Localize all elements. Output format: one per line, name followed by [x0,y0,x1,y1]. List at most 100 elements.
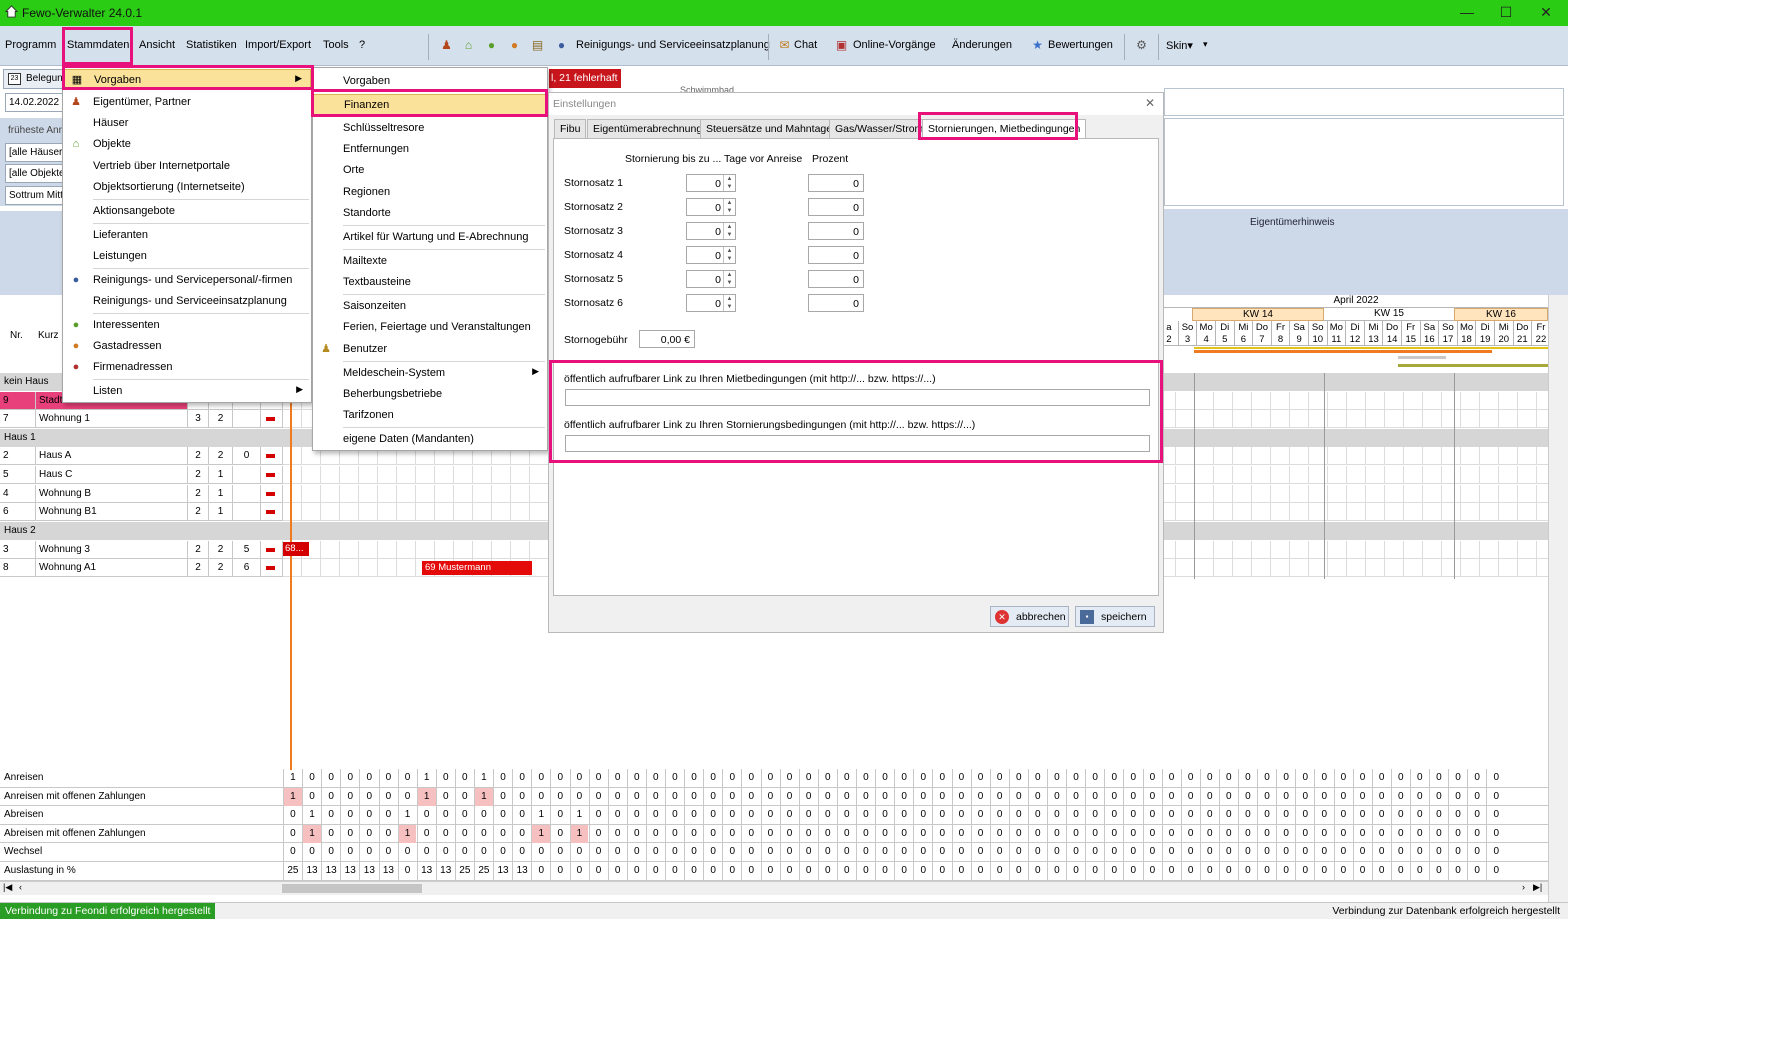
scroll-thumb[interactable] [282,884,422,893]
houses-select[interactable]: [alle Häuser] [5,143,63,162]
objects-select[interactable]: [alle Objekte] [5,164,63,183]
percent-input[interactable]: 0 [808,198,864,216]
menu-item-textbausteine[interactable]: Textbausteine [313,272,547,293]
days-spinner[interactable]: 0 ▲ ▼ [686,174,736,192]
date-input[interactable]: 14.02.2022 [5,93,63,112]
toolbar-online-processes[interactable]: Online-Vorgänge [853,39,936,51]
menu-item-benutzer[interactable]: ♟ Benutzer [313,339,547,360]
scroll-right-icon[interactable]: › [1522,882,1525,892]
menu-programm[interactable]: Programm [5,39,56,51]
menu-item-einsatz[interactable]: Reinigungs- und Serviceeinsatzplanung [63,291,311,312]
percent-input[interactable]: 0 [808,222,864,240]
toolbar-changes[interactable]: Änderungen [952,39,1012,51]
tab-gas-wasser-strom[interactable]: Gas/Wasser/Strom [829,119,930,139]
menu-item-mailtexte[interactable]: Mailtexte [313,251,547,272]
chat-icon[interactable]: ✉ [777,38,792,53]
menu-item-objekte[interactable]: ⌂ Objekte [63,134,311,155]
menu-item-entfernungen[interactable]: Entfernungen [313,139,547,160]
cancel-button[interactable]: ✕ abbrechen [990,606,1069,627]
days-spinner[interactable]: 0 ▲ ▼ [686,270,736,288]
tab-fibu[interactable]: Fibu [554,119,587,139]
person-green-icon[interactable]: ● [484,38,499,53]
days-spinner[interactable]: 0 ▲ ▼ [686,222,736,240]
menu-item-leistungen[interactable]: Leistungen [63,246,311,267]
scroll-first-icon[interactable]: |◀ [3,882,12,893]
menu-item-finanzen[interactable]: Finanzen [313,94,547,115]
dialog-close-button[interactable]: ✕ [1145,96,1155,110]
menu-item-firmen[interactable]: ● Firmenadressen [63,357,311,378]
star-icon[interactable]: ★ [1030,38,1045,53]
owner-icon[interactable]: ♟ [439,38,454,53]
menu-item-interessenten[interactable]: ● Interessenten [63,315,311,336]
menu-item-orte[interactable]: Orte [313,160,547,181]
vertical-scrollbar[interactable] [1548,295,1568,902]
menu-item-personal[interactable]: ● Reinigungs- und Servicepersonal/-firmen [63,270,311,291]
notes-icon[interactable]: ▤ [530,38,545,53]
menu-item-beherbergung[interactable]: Beherbungsbetriebe [313,384,547,405]
minimize-button[interactable]: — [1457,3,1477,21]
percent-input[interactable]: 0 [808,246,864,264]
toolbar-overflow-button[interactable]: ▾ [1203,39,1208,50]
person-orange-icon[interactable]: ● [507,38,522,53]
toolbar-cleaning-planning[interactable]: Reinigungs- und Serviceeinsatzplanung [576,39,770,51]
horizontal-scrollbar[interactable]: |◀ ‹ › ▶| [0,881,1548,895]
percent-input[interactable]: 0 [808,270,864,288]
spinner-arrows-icon[interactable]: ▲ ▼ [723,247,735,263]
scroll-left-icon[interactable]: ‹ [19,882,22,892]
menu-import-export[interactable]: Import/Export [245,39,311,51]
menu-item-gastadressen[interactable]: ● Gastadressen [63,336,311,357]
scroll-last-icon[interactable]: ▶| [1533,882,1542,893]
menu-ansicht[interactable]: Ansicht [139,39,175,51]
menu-item-eigene-daten[interactable]: eigene Daten (Mandanten) [313,429,547,450]
toolbar-chat[interactable]: Chat [794,39,817,51]
menu-item-aktion[interactable]: Aktionsangebote [63,201,311,222]
menu-item-eigentuemer[interactable]: ♟ Eigentümer, Partner [63,92,311,113]
menu-item-vertrieb[interactable]: Vertrieb über Internetportale [63,156,311,177]
toolbar-skin[interactable]: Skin▾ [1166,39,1193,52]
menu-help[interactable]: ? [359,39,365,51]
booking-bar[interactable]: 68... [283,542,309,556]
cancellation-terms-link-input[interactable] [565,435,1150,452]
menu-statistiken[interactable]: Statistiken [186,39,237,51]
menu-stammdaten[interactable]: Stammdaten [67,39,129,51]
menu-item-tarifzonen[interactable]: Tarifzonen [313,405,547,426]
tab-stornierungen[interactable]: Stornierungen, Mietbedingungen [922,119,1087,140]
tab-belegung[interactable]: 23 Belegung [3,69,65,89]
spinner-arrows-icon[interactable]: ▲ ▼ [723,199,735,215]
menu-item-artikel[interactable]: Artikel für Wartung und E-Abrechnung [313,227,547,248]
booking-bar[interactable]: 69 Mustermann [422,561,532,575]
days-spinner[interactable]: 0 ▲ ▼ [686,246,736,264]
menu-item-ferien[interactable]: Ferien, Feiertage und Veranstaltungen [313,317,547,338]
menu-item-vorgaben-sub[interactable]: Vorgaben [313,71,547,92]
percent-input[interactable]: 0 [808,174,864,192]
location-select[interactable]: Sottrum Mitt [5,186,63,205]
save-button[interactable]: ▪ speichern [1075,606,1155,627]
maximize-button[interactable]: ☐ [1496,3,1516,21]
gear-icon[interactable]: ⚙ [1134,38,1149,53]
rental-terms-link-input[interactable] [565,389,1150,406]
menu-item-schluessel[interactable]: Schlüsseltresore [313,118,547,139]
fee-input[interactable]: 0,00 € [639,330,695,348]
menu-item-lieferanten[interactable]: Lieferanten [63,225,311,246]
cleaning-person-icon[interactable]: ● [554,38,569,53]
days-spinner[interactable]: 0 ▲ ▼ [686,198,736,216]
menu-item-regionen[interactable]: Regionen [313,182,547,203]
menu-item-saison[interactable]: Saisonzeiten [313,296,547,317]
menu-item-meldeschein[interactable]: Meldeschein-System ▶ [313,363,547,384]
menu-item-sortierung[interactable]: Objektsortierung (Internetseite) [63,177,311,198]
menu-item-listen[interactable]: Listen ▶ [63,381,311,402]
menu-item-standorte[interactable]: Standorte [313,203,547,224]
spinner-arrows-icon[interactable]: ▲ ▼ [723,223,735,239]
days-spinner[interactable]: 0 ▲ ▼ [686,294,736,312]
close-window-button[interactable]: ✕ [1536,3,1556,21]
spinner-arrows-icon[interactable]: ▲ ▼ [723,295,735,311]
house-icon[interactable]: ⌂ [461,38,476,53]
toolbar-ratings[interactable]: Bewertungen [1048,39,1113,51]
menu-item-vorgaben[interactable]: ▦ Vorgaben ▶ [63,69,311,90]
menu-tools[interactable]: Tools [323,39,349,51]
percent-input[interactable]: 0 [808,294,864,312]
tab-eigentuemerabrechnung[interactable]: Eigentümerabrechnung [587,119,709,139]
error-alert[interactable]: l, 21 fehlerhaft [549,69,621,88]
tab-steuersaetze[interactable]: Steuersätze und Mahntage [700,119,839,139]
spinner-arrows-icon[interactable]: ▲ ▼ [723,271,735,287]
